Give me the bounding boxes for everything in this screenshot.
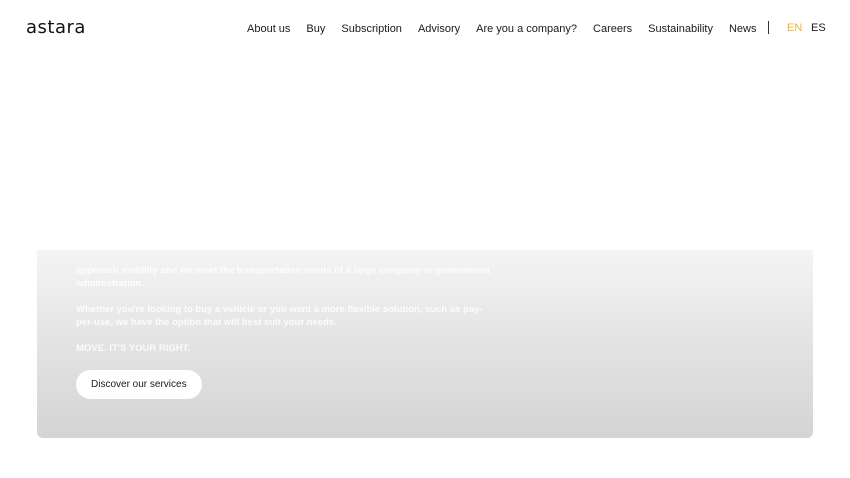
- nav-about-us[interactable]: About us: [247, 23, 290, 35]
- main-nav: About us Buy Subscription Advisory Are y…: [247, 22, 756, 36]
- astara-logo[interactable]: astara: [26, 17, 86, 38]
- hero-paragraph: approach mobility and we meet the transp…: [76, 265, 490, 289]
- nav-advisory[interactable]: Advisory: [418, 23, 460, 35]
- nav-divider: [768, 21, 769, 34]
- nav-careers[interactable]: Careers: [593, 23, 632, 35]
- nav-news[interactable]: News: [729, 23, 757, 35]
- hero-banner: approach mobility and we meet the transp…: [37, 250, 813, 438]
- hero-paragraph: Whether you're looking to buy a vehicle …: [76, 304, 483, 328]
- nav-subscription[interactable]: Subscription: [341, 23, 402, 35]
- language-es-link[interactable]: ES: [811, 22, 826, 34]
- site-header: astara About us Buy Subscription Advisor…: [0, 0, 850, 58]
- nav-are-you-a-company[interactable]: Are you a company?: [476, 23, 577, 35]
- discover-services-button[interactable]: Discover our services: [76, 370, 202, 399]
- nav-buy[interactable]: Buy: [306, 23, 325, 35]
- language-en-link[interactable]: EN: [787, 22, 802, 34]
- hero-tagline: MOVE. IT'S YOUR RIGHT.: [76, 343, 190, 354]
- nav-sustainability[interactable]: Sustainability: [648, 23, 713, 35]
